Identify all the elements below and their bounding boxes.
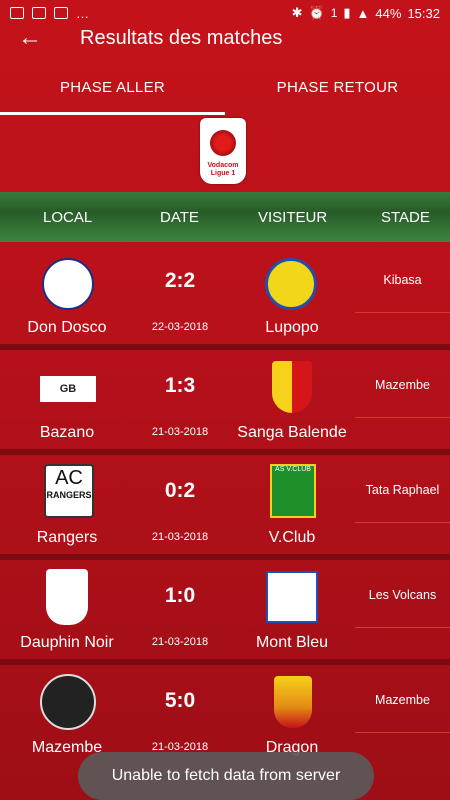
- stadium-divider: [355, 417, 450, 418]
- home-team: Bazano: [39, 424, 95, 441]
- stadium-divider: [355, 312, 450, 313]
- app-bar: ← Resultats des matches: [0, 18, 450, 58]
- home-team: Don Dosco: [27, 319, 107, 336]
- match-row[interactable]: Mazembe 5:0 21-03-2018 Dragon Mazembe: [0, 666, 450, 761]
- away-team: Sanga Balende: [237, 424, 347, 441]
- score: 5:0: [164, 689, 196, 712]
- stadium-divider: [355, 732, 450, 733]
- match-row[interactable]: GB Bazano 1:3 21-03-2018 Sanga Balende M…: [0, 351, 450, 446]
- away-team: V.Club: [268, 529, 316, 546]
- stadium: Kibasa: [383, 273, 422, 287]
- page-title: Resultats des matches: [80, 26, 283, 49]
- tab-phase-aller[interactable]: PHASE ALLER: [0, 60, 225, 115]
- mazembe-crest-icon: [40, 674, 96, 730]
- score: 1:3: [164, 374, 196, 397]
- home-team: Dauphin Noir: [20, 634, 114, 651]
- mont-bleu-crest-icon: [266, 571, 318, 623]
- stadium: Les Volcans: [368, 588, 437, 602]
- don-bosco-crest-icon: [42, 258, 94, 310]
- football-icon: [210, 130, 236, 156]
- score: 0:2: [164, 479, 196, 502]
- row-divider: [0, 344, 450, 350]
- rangers-crest-bottom: RANGERS: [46, 490, 92, 500]
- dauphin-noir-crest-icon: [46, 569, 88, 625]
- stadium-divider: [355, 522, 450, 523]
- table-header: LOCAL DATE VISITEUR STADE: [0, 192, 450, 242]
- away-team: Mont Bleu: [255, 634, 329, 651]
- vclub-crest-icon: AS V.CLUB: [270, 464, 316, 518]
- match-date: 21-03-2018: [151, 531, 209, 543]
- match-date: 21-03-2018: [151, 636, 209, 648]
- rangers-crest-icon: AC RANGERS: [44, 464, 94, 518]
- rangers-crest-top: AC: [55, 467, 83, 489]
- column-date: DATE: [160, 208, 199, 226]
- league-logo: Vodacom Ligue 1: [200, 118, 250, 188]
- phase-tabs: PHASE ALLER PHASE RETOUR: [0, 60, 450, 115]
- row-divider: [0, 554, 450, 560]
- row-divider: [0, 659, 450, 665]
- dragon-crest-icon: [274, 676, 312, 728]
- back-arrow-icon[interactable]: ←: [18, 25, 44, 51]
- lupopo-crest-icon: [265, 258, 317, 310]
- row-divider: [0, 449, 450, 455]
- sanga-balende-crest-icon: [272, 361, 312, 413]
- column-stade: STADE: [381, 208, 430, 226]
- logo-text: Vodacom Ligue 1: [207, 162, 239, 177]
- bazano-crest-icon: GB: [40, 376, 96, 402]
- away-team: Lupopo: [265, 319, 319, 336]
- column-visiteur: VISITEUR: [258, 208, 328, 226]
- home-team: Rangers: [36, 529, 98, 546]
- stadium: Tata Raphael: [365, 483, 440, 497]
- stadium-divider: [355, 627, 450, 628]
- match-row[interactable]: Don Dosco 2:2 22-03-2018 Lupopo Kibasa: [0, 246, 450, 341]
- tab-phase-retour[interactable]: PHASE RETOUR: [225, 60, 450, 115]
- match-date: 21-03-2018: [151, 426, 209, 438]
- error-toast: Unable to fetch data from server: [78, 752, 374, 800]
- score: 1:0: [164, 584, 196, 607]
- score: 2:2: [164, 269, 196, 292]
- column-local: LOCAL: [43, 208, 93, 226]
- stadium: Mazembe: [375, 693, 430, 707]
- stadium: Mazembe: [375, 378, 430, 392]
- match-row[interactable]: Dauphin Noir 1:0 21-03-2018 Mont Bleu Le…: [0, 561, 450, 656]
- match-row[interactable]: AC RANGERS Rangers 0:2 21-03-2018 AS V.C…: [0, 456, 450, 551]
- match-date: 22-03-2018: [151, 321, 209, 333]
